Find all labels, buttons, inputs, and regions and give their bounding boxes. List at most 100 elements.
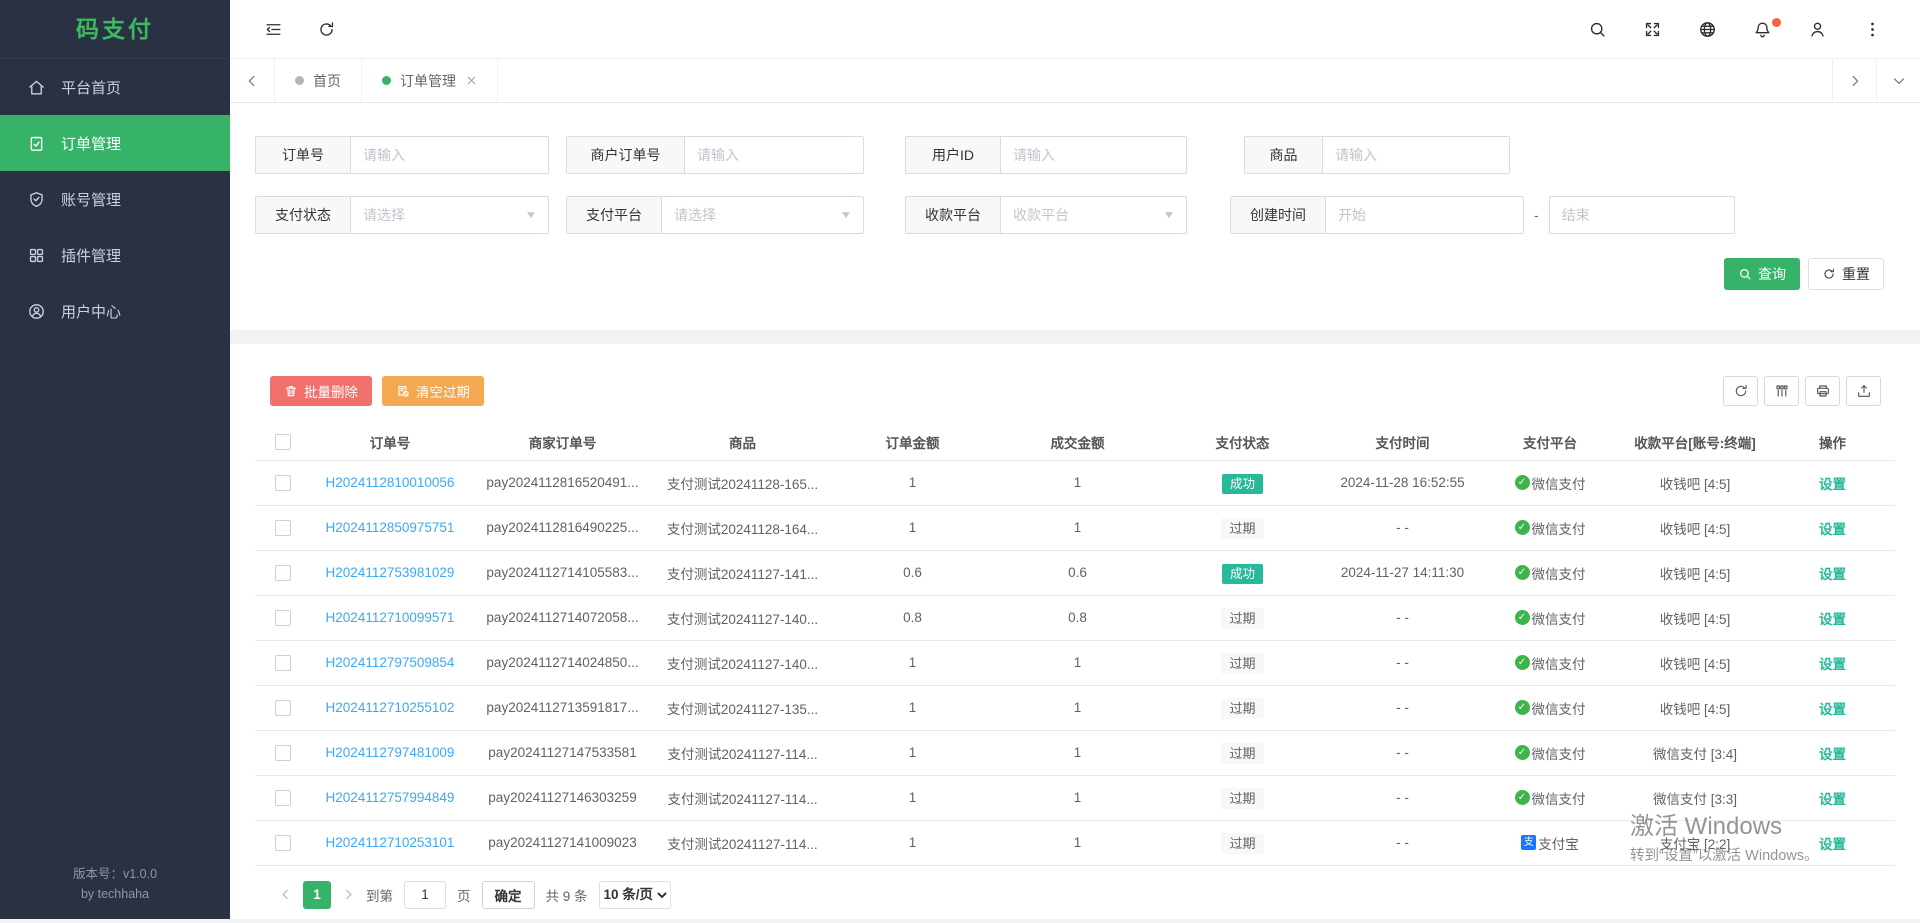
filter-row-2: 支付状态请选择▼支付平台请选择▼收款平台收款平台▼ 创建时间 开始 - 结束 — [255, 196, 1895, 234]
page-size-select[interactable]: 10 条/页 — [599, 881, 671, 909]
sidebar-item-plugins[interactable]: 插件管理 — [0, 227, 230, 283]
order-no-link[interactable]: H2024112710253101 — [326, 835, 455, 850]
batch-delete-button[interactable]: 批量删除 — [270, 376, 372, 406]
order-no-link[interactable]: H2024112797509854 — [326, 655, 455, 670]
export-icon[interactable] — [1846, 376, 1881, 406]
notifications-bell-icon[interactable] — [1753, 20, 1772, 39]
chevron-down-icon: ▼ — [525, 210, 538, 221]
row-checkbox[interactable] — [275, 745, 291, 761]
tabs-menu-icon[interactable] — [1876, 59, 1920, 102]
language-globe-icon[interactable] — [1698, 20, 1717, 39]
pay-status-badge: 成功 — [1222, 474, 1263, 494]
sidebar-item-home[interactable]: 平台首页 — [0, 59, 230, 115]
table-refresh-icon[interactable] — [1723, 376, 1758, 406]
row-select-cell — [255, 550, 310, 595]
filter-input[interactable]: 请输入 — [1323, 137, 1509, 173]
filter-select[interactable]: 请选择▼ — [662, 197, 863, 233]
pay-status-badge: 过期 — [1221, 743, 1263, 764]
tab-首页[interactable]: 首页 — [274, 59, 362, 102]
filter-input[interactable]: 请输入 — [685, 137, 863, 173]
order-no-cell: H2024112810010056 — [310, 460, 470, 505]
row-checkbox[interactable] — [275, 655, 291, 671]
sidebar-item-accounts[interactable]: 账号管理 — [0, 171, 230, 227]
row-checkbox[interactable] — [275, 835, 291, 851]
goto-page-input[interactable] — [404, 881, 446, 909]
date-end-input[interactable]: 结束 — [1550, 197, 1734, 233]
column-header: 成交金额 — [995, 424, 1160, 460]
goto-confirm-button[interactable]: 确定 — [482, 881, 535, 909]
select-all-checkbox[interactable] — [275, 434, 291, 450]
order-no-link[interactable]: H2024112797481009 — [326, 745, 455, 760]
order-no-link[interactable]: H2024112810010056 — [326, 475, 455, 490]
row-checkbox[interactable] — [275, 790, 291, 806]
search-button[interactable]: 查询 — [1724, 258, 1800, 290]
table-actions-row: 批量删除 清空过期 — [270, 376, 1881, 406]
pay-status-badge: 过期 — [1221, 788, 1263, 809]
date-start-input[interactable]: 开始 — [1326, 197, 1523, 233]
user-icon[interactable] — [1808, 20, 1827, 39]
pay-platform: ✓微信支付 — [1515, 788, 1586, 808]
settings-link[interactable]: 设置 — [1819, 702, 1846, 717]
row-checkbox[interactable] — [275, 700, 291, 716]
row-select-cell — [255, 685, 310, 730]
filter-select[interactable]: 收款平台▼ — [1001, 197, 1186, 233]
order-no-link[interactable]: H2024112710255102 — [326, 700, 455, 715]
merchant-order-no-cell: pay2024112714072058... — [470, 595, 655, 640]
row-checkbox[interactable] — [275, 520, 291, 536]
pay-status-badge: 过期 — [1221, 518, 1263, 539]
order-no-link[interactable]: H2024112850975751 — [326, 520, 455, 535]
tab-status-dot — [295, 76, 304, 85]
more-kebab-icon[interactable] — [1863, 20, 1882, 39]
pay-time-cell: - - — [1325, 820, 1480, 865]
settings-link[interactable]: 设置 — [1819, 837, 1846, 852]
settings-link[interactable]: 设置 — [1819, 612, 1846, 627]
table-row: H2024112850975751pay2024112816490225...支… — [255, 505, 1895, 550]
pay-platform-label: 微信支付 — [1532, 743, 1586, 763]
filter-field-商户订单号: 商户订单号请输入 — [566, 136, 864, 174]
order-amount-cell: 0.6 — [830, 550, 995, 595]
filter-field-label: 用户ID — [906, 137, 1001, 173]
tabs-scroll-left-icon[interactable] — [230, 59, 274, 102]
filter-input[interactable]: 请输入 — [351, 137, 548, 173]
settings-link[interactable]: 设置 — [1819, 567, 1846, 582]
settings-link[interactable]: 设置 — [1819, 747, 1846, 762]
refresh-page-icon[interactable] — [317, 20, 336, 39]
current-page-button[interactable]: 1 — [303, 881, 331, 909]
row-checkbox[interactable] — [275, 610, 291, 626]
filter-select[interactable]: 请选择▼ — [351, 197, 548, 233]
fullscreen-icon[interactable] — [1643, 20, 1662, 39]
sidebar-item-orders[interactable]: 订单管理 — [0, 115, 230, 171]
column-header: 商家订单号 — [470, 424, 655, 460]
tab-close-icon[interactable] — [466, 75, 477, 86]
filter-input[interactable]: 请输入 — [1001, 137, 1186, 173]
column-header: 订单金额 — [830, 424, 995, 460]
pay-time-cell: - - — [1325, 640, 1480, 685]
settings-link[interactable]: 设置 — [1819, 792, 1846, 807]
order-no-link[interactable]: H2024112753981029 — [326, 565, 455, 580]
reset-button-label: 重置 — [1842, 264, 1870, 284]
wechat-icon: ✓ — [1515, 610, 1530, 625]
settings-link[interactable]: 设置 — [1819, 477, 1846, 492]
row-checkbox[interactable] — [275, 475, 291, 491]
sidebar-item-user-center[interactable]: 用户中心 — [0, 283, 230, 339]
next-page-icon[interactable] — [342, 888, 355, 901]
columns-icon[interactable] — [1764, 376, 1799, 406]
tabs-scroll-right-icon[interactable] — [1832, 59, 1876, 102]
row-select-cell — [255, 460, 310, 505]
sidebar-item-label: 用户中心 — [61, 301, 121, 322]
reset-button[interactable]: 重置 — [1808, 258, 1884, 290]
search-icon[interactable] — [1588, 20, 1607, 39]
settings-link[interactable]: 设置 — [1819, 522, 1846, 537]
tab-订单管理[interactable]: 订单管理 — [362, 59, 498, 102]
print-icon[interactable] — [1805, 376, 1840, 406]
filter-field-收款平台: 收款平台收款平台▼ — [905, 196, 1187, 234]
create-time-filter: 创建时间 开始 - 结束 — [1230, 196, 1735, 234]
order-no-link[interactable]: H2024112757994849 — [326, 790, 455, 805]
prev-page-icon[interactable] — [279, 888, 292, 901]
row-checkbox[interactable] — [275, 565, 291, 581]
filter-panel: 订单号请输入商户订单号请输入用户ID请输入商品请输入 支付状态请选择▼支付平台请… — [230, 103, 1920, 330]
collapse-menu-icon[interactable] — [264, 20, 283, 39]
settings-link[interactable]: 设置 — [1819, 657, 1846, 672]
order-no-link[interactable]: H2024112710099571 — [326, 610, 455, 625]
clear-expired-button[interactable]: 清空过期 — [382, 376, 484, 406]
